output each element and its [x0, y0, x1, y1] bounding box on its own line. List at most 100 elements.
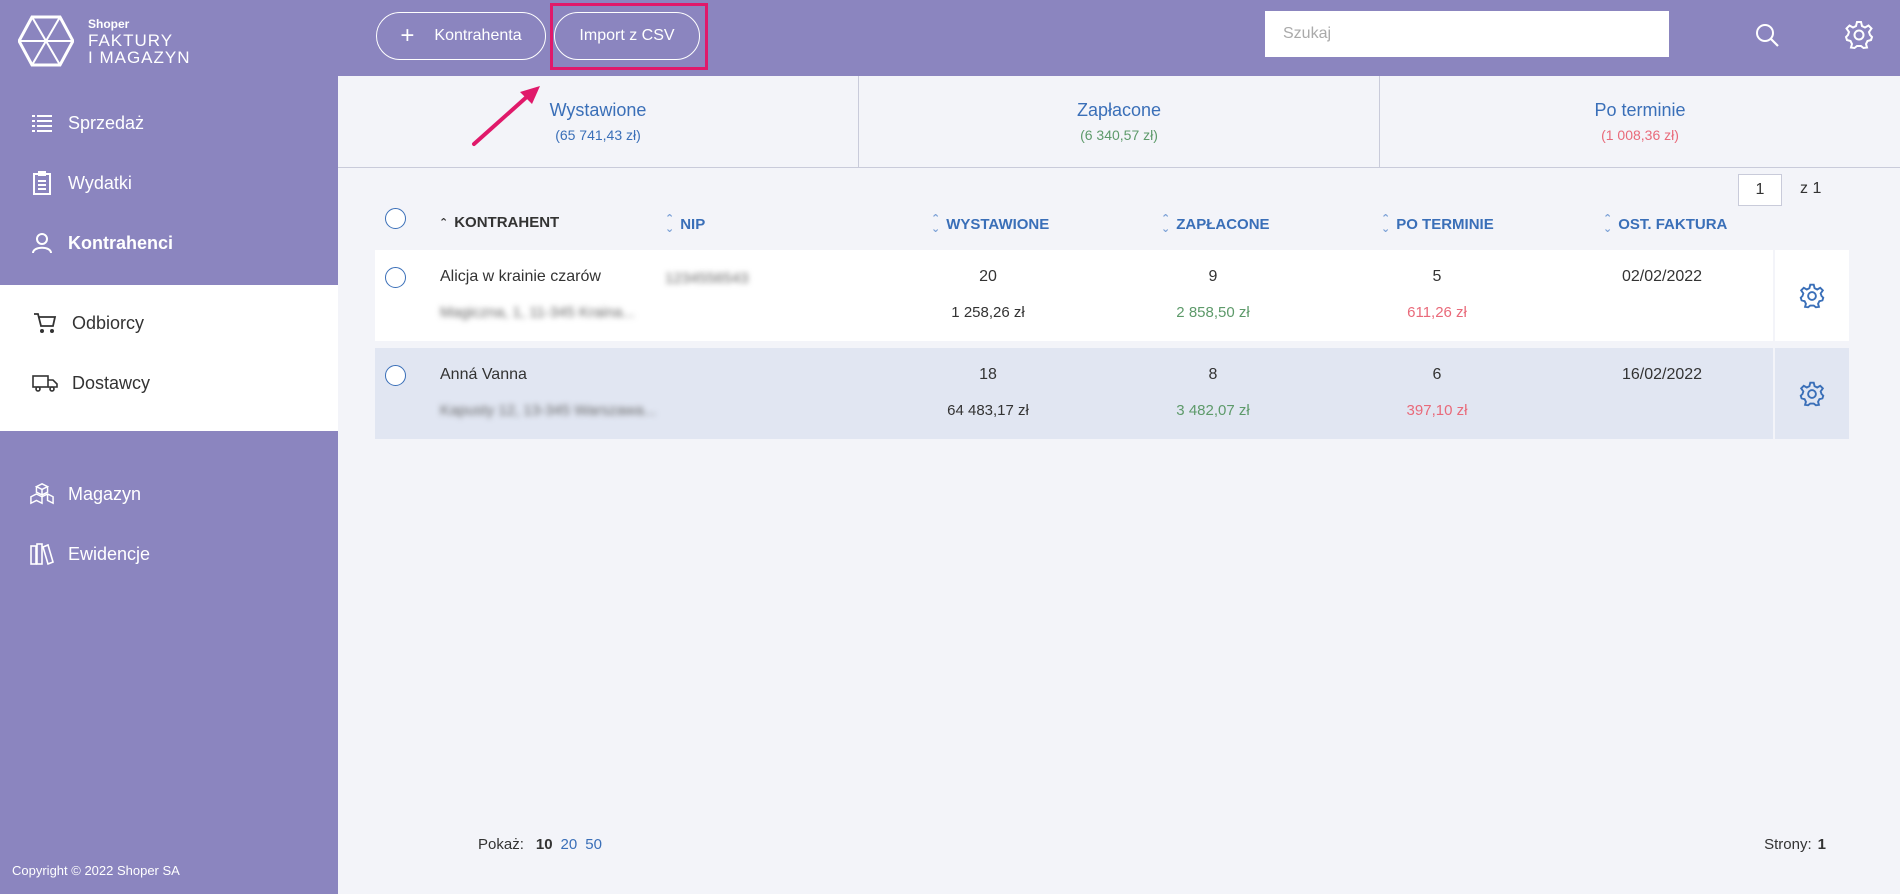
summary-tab-wystawione[interactable]: Wystawione (65 741,43 zł): [338, 76, 859, 167]
sidebar-item-kontrahenci[interactable]: Kontrahenci: [0, 213, 338, 273]
add-contractor-button[interactable]: + Kontrahenta: [376, 12, 546, 60]
column-header-nip[interactable]: ⌃ ⌄ NIP: [665, 213, 706, 235]
table-row[interactable]: Anná Vanna Kapusty 12, 13-345 Warszawa..…: [375, 348, 1849, 439]
column-header-label: NIP: [680, 215, 706, 233]
logo-line2: I MAGAZYN: [88, 48, 191, 67]
books-icon: [30, 542, 54, 566]
summary-label: Po terminie: [1594, 100, 1686, 120]
column-header-label: WYSTAWIONE: [946, 215, 1050, 233]
sort-icon: ⌃ ⌄: [1161, 213, 1171, 235]
logo-line1: FAKTURY: [88, 31, 174, 50]
sidebar-subitem-dostawcy[interactable]: Dostawcy: [0, 353, 338, 413]
column-header-po-terminie[interactable]: ⌃ ⌄ PO TERMINIE: [1381, 213, 1494, 235]
row-settings-gear-icon[interactable]: [1773, 348, 1849, 439]
add-contractor-label: Kontrahenta: [434, 27, 522, 44]
list-icon: [30, 111, 54, 135]
sidebar-item-label: Sprzedaż: [68, 112, 145, 133]
contractor-address: Magiczna, 1, 11-345 Kraina...: [440, 304, 635, 321]
paid-amount: 3 482,07 zł: [1176, 402, 1250, 419]
table-row[interactable]: Alicja w krainie czarów Magiczna, 1, 11-…: [375, 250, 1849, 341]
column-header-label: ZAPŁACONE: [1176, 215, 1270, 233]
column-header-label: PO TERMINIE: [1396, 215, 1494, 233]
issued-count: 20: [979, 268, 997, 285]
page-size-option-50[interactable]: 50: [585, 836, 602, 853]
sidebar-item-ewidencje[interactable]: Ewidencje: [0, 524, 338, 584]
sort-icon: ⌃ ⌄: [665, 213, 675, 235]
sidebar: Shoper FAKTURY I MAGAZYN Sprzedaż Wydatk…: [0, 0, 338, 894]
table-header: ⌃ KONTRAHENT ⌃ ⌄ NIP ⌃ ⌄ WYSTAWIONE ⌃ ⌄ ZAP…: [375, 208, 1849, 238]
column-header-ost-faktura[interactable]: ⌃ ⌄ OST. FAKTURA: [1603, 213, 1728, 235]
sidebar-item-label: Ewidencje: [68, 543, 151, 564]
page-size-option-20[interactable]: 20: [561, 836, 578, 853]
boxes-icon: [30, 482, 54, 506]
summary-label: Wystawione: [549, 100, 647, 120]
issued-amount: 1 258,26 zł: [951, 304, 1025, 321]
search-input[interactable]: [1265, 11, 1669, 57]
summary-value: (6 340,57 zł): [1080, 127, 1158, 143]
last-invoice-date: 02/02/2022: [1621, 268, 1703, 285]
sort-icon: ⌃ ⌄: [931, 213, 941, 235]
issued-count: 18: [979, 366, 997, 383]
overdue-amount: 611,26 zł: [1407, 304, 1467, 321]
search-icon[interactable]: [1746, 14, 1788, 56]
sidebar-item-magazyn[interactable]: Magazyn: [0, 464, 338, 524]
cart-icon: [32, 311, 58, 335]
pages-count: Strony: 1: [1764, 836, 1826, 853]
sidebar-item-label: Kontrahenci: [68, 232, 174, 253]
summary-tab-zaplacone[interactable]: Zapłacone (6 340,57 zł): [859, 76, 1380, 167]
contractor-name[interactable]: Anná Vanna: [440, 366, 527, 384]
page-number-input[interactable]: [1738, 174, 1782, 206]
row-settings-gear-icon[interactable]: [1773, 250, 1849, 341]
import-highlight-box: [550, 3, 708, 70]
copyright: Copyright © 2022 Shoper SA: [12, 863, 180, 878]
user-icon: [30, 231, 54, 255]
row-select-radio[interactable]: [385, 267, 406, 288]
paid-count: 9: [1208, 268, 1218, 285]
column-header-zaplacone[interactable]: ⌃ ⌄ ZAPŁACONE: [1161, 213, 1270, 235]
plus-icon: +: [400, 22, 415, 49]
sidebar-subitem-label: Odbiorcy: [72, 312, 145, 333]
sidebar-subitem-label: Dostawcy: [72, 372, 151, 393]
overdue-count: 5: [1432, 268, 1442, 285]
page-total: z 1: [1800, 180, 1822, 197]
sidebar-item-label: Magazyn: [68, 483, 142, 504]
summary-value: (1 008,36 zł): [1601, 127, 1679, 143]
sort-icon: ⌃ ⌄: [1381, 213, 1391, 235]
sidebar-subitem-odbiorcy[interactable]: Odbiorcy: [0, 293, 338, 353]
column-header-label: OST. FAKTURA: [1618, 215, 1728, 233]
settings-gear-icon[interactable]: [1838, 14, 1880, 56]
sidebar-subnav: Odbiorcy Dostawcy: [0, 285, 338, 431]
truck-icon: [32, 371, 58, 395]
logo-text: Shoper FAKTURY I MAGAZYN: [88, 16, 191, 66]
pages-value: 1: [1817, 836, 1826, 853]
page-size-selector: Pokaż: 10 20 50: [478, 836, 602, 853]
contractor-name[interactable]: Alicja w krainie czarów: [440, 268, 601, 286]
last-invoice-date: 16/02/2022: [1621, 366, 1703, 383]
overdue-count: 6: [1432, 366, 1442, 383]
summary-tabs: Wystawione (65 741,43 zł) Zapłacone (6 3…: [338, 76, 1900, 168]
paid-amount: 2 858,50 zł: [1176, 304, 1250, 321]
sidebar-item-wydatki[interactable]: Wydatki: [0, 153, 338, 213]
column-header-kontrahent[interactable]: ⌃ KONTRAHENT: [439, 214, 559, 231]
sidebar-item-label: Wydatki: [68, 172, 132, 193]
sort-asc-icon: ⌃: [439, 216, 449, 229]
page-size-label: Pokaż:: [478, 836, 524, 853]
page-size-option-10[interactable]: 10: [536, 836, 553, 853]
logo-small-text: Shoper: [88, 17, 130, 31]
select-all-radio[interactable]: [385, 208, 406, 229]
logo[interactable]: Shoper FAKTURY I MAGAZYN: [18, 15, 191, 67]
logo-icon: [18, 15, 74, 67]
summary-value: (65 741,43 zł): [555, 127, 641, 143]
sidebar-item-sprzedaz[interactable]: Sprzedaż: [0, 93, 338, 153]
contractor-nip: 1234556543: [665, 270, 749, 287]
sort-icon: ⌃ ⌄: [1603, 213, 1613, 235]
summary-tab-po-terminie[interactable]: Po terminie (1 008,36 zł): [1380, 76, 1900, 167]
column-header-label: KONTRAHENT: [454, 214, 560, 231]
overdue-amount: 397,10 zł: [1406, 402, 1468, 419]
pages-label: Strony:: [1764, 836, 1812, 853]
row-select-radio[interactable]: [385, 365, 406, 386]
issued-amount: 64 483,17 zł: [947, 402, 1029, 419]
contractor-address: Kapusty 12, 13-345 Warszawa...: [440, 402, 657, 419]
column-header-wystawione[interactable]: ⌃ ⌄ WYSTAWIONE: [931, 213, 1050, 235]
summary-label: Zapłacone: [1076, 100, 1162, 120]
